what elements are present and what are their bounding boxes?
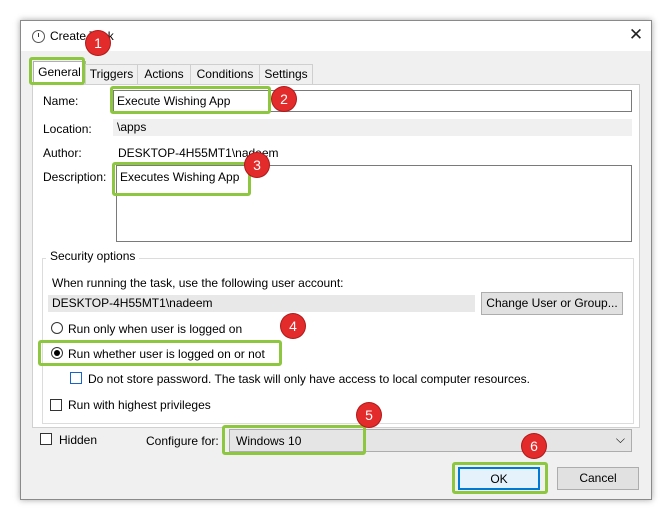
annotation-badge-3: 3 [245, 153, 269, 177]
highlight-name [110, 86, 271, 114]
account-prompt: When running the task, use the following… [52, 276, 344, 290]
location-value: \apps [113, 119, 632, 136]
configure-for-label: Configure for: [146, 434, 219, 448]
run-logged-on-radio[interactable] [51, 322, 63, 334]
run-logged-on-label[interactable]: Run only when user is logged on [68, 322, 242, 336]
change-user-button[interactable]: Change User or Group... [481, 292, 623, 315]
annotation-badge-2: 2 [272, 87, 296, 111]
annotation-badge-1: 1 [86, 31, 110, 55]
task-clock-icon [32, 30, 45, 43]
highest-privileges-label[interactable]: Run with highest privileges [68, 398, 211, 412]
hidden-checkbox[interactable] [40, 433, 52, 445]
cancel-button[interactable]: Cancel [557, 467, 639, 490]
author-label: Author: [43, 146, 82, 160]
title-bar[interactable] [21, 21, 651, 51]
name-label: Name: [43, 94, 79, 108]
no-store-password-label[interactable]: Do not store password. The task will onl… [88, 372, 530, 386]
highlight-ok-button [452, 462, 548, 494]
description-label: Description: [43, 170, 107, 184]
tab-conditions[interactable]: Conditions [190, 64, 260, 84]
tab-actions[interactable]: Actions [137, 64, 191, 84]
highest-privileges-checkbox[interactable] [50, 399, 62, 411]
hidden-label[interactable]: Hidden [59, 433, 97, 447]
highlight-configure-for [222, 425, 366, 455]
close-icon[interactable]: ✕ [626, 25, 646, 45]
location-label: Location: [43, 122, 92, 136]
no-store-password-checkbox[interactable] [70, 372, 82, 384]
annotation-badge-4: 4 [281, 314, 305, 338]
highlight-run-whether [38, 340, 282, 366]
chevron-down-icon: ⌵ [615, 432, 625, 446]
security-options-legend: Security options [46, 249, 140, 263]
tab-settings[interactable]: Settings [259, 64, 313, 84]
annotation-badge-5: 5 [357, 403, 381, 427]
annotation-badge-6: 6 [522, 434, 546, 458]
highlight-general-tab [29, 57, 85, 85]
user-account-value: DESKTOP-4H55MT1\nadeem [48, 295, 475, 312]
highlight-description [112, 162, 251, 196]
tab-triggers[interactable]: Triggers [85, 64, 138, 84]
